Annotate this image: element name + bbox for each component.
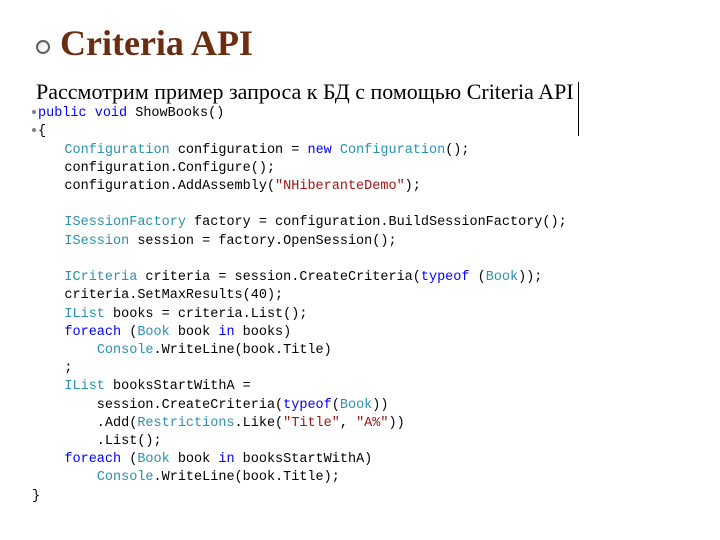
tok: criteria.SetMaxResults(40); (32, 288, 283, 303)
tok: configuration.Configure(); (32, 161, 275, 176)
tok: , (340, 416, 356, 431)
tok: foreach (64, 325, 121, 340)
tok: Restrictions (137, 416, 234, 431)
title-bullet-icon (36, 40, 50, 54)
tok: .Add( (32, 416, 137, 431)
tok: )); (518, 270, 542, 285)
tok: configuration.AddAssembly( (32, 179, 275, 194)
tok: books = criteria.List(); (105, 307, 308, 322)
tok: ShowBooks() (127, 106, 224, 121)
tok: ICriteria (64, 270, 137, 285)
title-row: Criteria API (36, 24, 684, 64)
tok: Book (486, 270, 518, 285)
tok: IList (64, 379, 105, 394)
slide: Criteria API Рассмотрим пример запроса к… (0, 0, 720, 506)
tok: ( (121, 325, 137, 340)
tok: (); (445, 143, 469, 158)
tok: IList (64, 307, 105, 322)
tok: .List(); (32, 434, 162, 449)
tok: "NHiberanteDemo" (275, 179, 405, 194)
tok: session = factory.OpenSession(); (129, 234, 396, 249)
tok: public (38, 106, 87, 121)
tok: booksStartWithA = (105, 379, 251, 394)
tok: )) (372, 398, 388, 413)
tok: Console (97, 470, 154, 485)
tok: books) (235, 325, 292, 340)
tok: factory = configuration.BuildSessionFact… (186, 215, 567, 230)
tok: ); (405, 179, 421, 194)
tok: Configuration (332, 143, 445, 158)
tok: { (38, 124, 46, 139)
tok: Configuration (64, 143, 169, 158)
tok: in (218, 325, 234, 340)
tok: "Title" (283, 416, 340, 431)
tok: booksStartWithA) (235, 452, 373, 467)
tok: } (32, 489, 40, 504)
tok: ISessionFactory (64, 215, 186, 230)
tok: Console (97, 343, 154, 358)
tok: new (307, 143, 331, 158)
tok: Book (340, 398, 372, 413)
tok: .Like( (235, 416, 284, 431)
tok: book (170, 325, 219, 340)
tok: criteria = session.CreateCriteria( (137, 270, 421, 285)
lead-paragraph: Рассмотрим пример запроса к БД с помощью… (36, 78, 684, 106)
tok: ( (121, 452, 137, 467)
list-bullet-icon (32, 128, 36, 132)
tok: .WriteLine(book.Title) (154, 343, 332, 358)
tok: ; (32, 361, 73, 376)
tok: "A%" (356, 416, 388, 431)
tok: ( (332, 398, 340, 413)
tok: configuration = (170, 143, 308, 158)
tok: foreach (64, 452, 121, 467)
tok: book (170, 452, 219, 467)
tok: in (218, 452, 234, 467)
tok: ISession (64, 234, 129, 249)
tok: session.CreateCriteria( (32, 398, 283, 413)
tok: )) (388, 416, 404, 431)
tok: Book (137, 325, 169, 340)
page-title: Criteria API (60, 24, 253, 64)
list-bullet-icon (32, 110, 36, 114)
tok: typeof (283, 398, 332, 413)
tok: void (95, 106, 127, 121)
tok: Book (137, 452, 169, 467)
code-block: public void ShowBooks() { Configuration … (32, 105, 684, 506)
tok: .WriteLine(book.Title); (154, 470, 340, 485)
tok: ( (469, 270, 485, 285)
tok: typeof (421, 270, 470, 285)
